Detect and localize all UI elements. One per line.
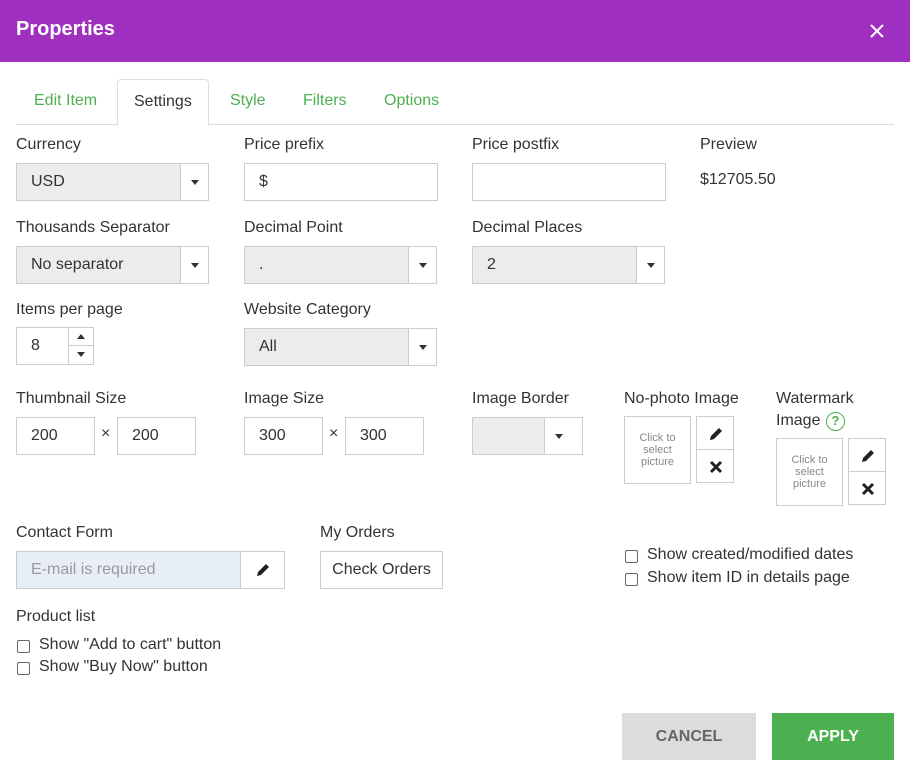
check-orders-button[interactable]: Check Orders	[320, 551, 443, 589]
items-per-page-label: Items per page	[16, 301, 123, 318]
decimal-places-value: 2	[487, 256, 496, 273]
tab-bar: Edit Item Settings Style Filters Options	[16, 79, 894, 126]
dialog-header: Properties	[0, 0, 910, 62]
watermark-edit-button[interactable]	[848, 438, 886, 472]
tab-options[interactable]: Options	[384, 79, 439, 125]
decimal-point-value: .	[259, 256, 264, 273]
image-height-input[interactable]: 300	[345, 417, 424, 455]
items-per-page-stepper[interactable]: 8	[16, 327, 94, 365]
picture-placeholder-line: Click to	[639, 432, 676, 444]
times-icon	[709, 460, 723, 474]
picture-placeholder-line: select	[643, 444, 672, 456]
preview-value: $12705.50	[700, 171, 776, 188]
show-buy-now-label: Show "Buy Now" button	[39, 658, 208, 675]
currency-value: USD	[31, 173, 65, 190]
image-width-input[interactable]: 300	[244, 417, 323, 455]
contact-form-label: Contact Form	[16, 524, 113, 541]
decimal-point-select[interactable]: .	[244, 246, 437, 284]
no-photo-delete-button[interactable]	[696, 449, 734, 483]
chevron-down-icon[interactable]	[180, 247, 208, 283]
contact-form-email-field[interactable]: E-mail is required	[16, 551, 241, 589]
currency-select[interactable]: USD	[16, 163, 209, 201]
times-symbol: ×	[329, 425, 339, 442]
show-dates-label: Show created/modified dates	[647, 546, 854, 563]
image-border-select[interactable]	[472, 417, 583, 455]
thumbnail-size-label: Thumbnail Size	[16, 390, 127, 407]
chevron-down-icon[interactable]	[408, 247, 436, 283]
preview-label: Preview	[700, 136, 757, 153]
website-category-label: Website Category	[244, 301, 371, 318]
times-icon	[861, 482, 875, 496]
currency-label: Currency	[16, 136, 81, 153]
times-symbol: ×	[101, 425, 111, 442]
thousands-separator-select[interactable]: No separator	[16, 246, 209, 284]
watermark-image-label: Watermark	[776, 390, 854, 407]
chevron-down-icon[interactable]	[69, 346, 93, 364]
decimal-point-label: Decimal Point	[244, 219, 343, 236]
tab-edit-item[interactable]: Edit Item	[34, 79, 97, 125]
website-category-value: All	[259, 338, 277, 355]
website-category-select[interactable]: All	[244, 328, 437, 366]
watermark-delete-button[interactable]	[848, 471, 886, 505]
price-prefix-input[interactable]: $	[244, 163, 438, 201]
show-dates-checkbox[interactable]	[625, 550, 638, 563]
contact-form-edit-button[interactable]	[240, 551, 285, 589]
no-photo-image-label: No-photo Image	[624, 390, 739, 407]
watermark-picture-select[interactable]: Click to select picture	[776, 438, 843, 506]
thousands-separator-label: Thousands Separator	[16, 219, 170, 236]
decimal-places-label: Decimal Places	[472, 219, 583, 236]
chevron-down-icon[interactable]	[544, 418, 582, 454]
show-add-to-cart-checkbox[interactable]	[17, 640, 30, 653]
picture-placeholder-line: picture	[640, 456, 675, 468]
no-photo-edit-button[interactable]	[696, 416, 734, 450]
dialog-title: Properties	[16, 18, 115, 40]
picture-placeholder-line: picture	[792, 478, 827, 490]
thumbnail-height-input[interactable]: 200	[117, 417, 196, 455]
pencil-icon	[862, 450, 874, 462]
picture-placeholder-line: select	[795, 466, 824, 478]
chevron-down-icon[interactable]	[180, 164, 208, 200]
pencil-icon	[257, 564, 269, 576]
image-size-label: Image Size	[244, 390, 325, 407]
tab-filters[interactable]: Filters	[303, 79, 347, 125]
image-border-label: Image Border	[472, 390, 569, 407]
chevron-down-icon[interactable]	[636, 247, 664, 283]
stepper-buttons	[68, 328, 93, 364]
product-list-label: Product list	[16, 608, 96, 625]
picture-placeholder-line: Click to	[791, 454, 828, 466]
show-item-id-label: Show item ID in details page	[647, 569, 850, 586]
items-per-page-value: 8	[31, 337, 40, 354]
cancel-button[interactable]: CANCEL	[622, 713, 756, 760]
close-icon[interactable]	[866, 20, 888, 42]
apply-button[interactable]: APPLY	[772, 713, 894, 760]
show-item-id-checkbox[interactable]	[625, 573, 638, 586]
thousands-separator-value: No separator	[31, 256, 124, 273]
chevron-down-icon[interactable]	[408, 329, 436, 365]
show-add-to-cart-label: Show "Add to cart" button	[39, 636, 222, 653]
my-orders-label: My Orders	[320, 524, 395, 541]
price-postfix-label: Price postfix	[472, 136, 560, 153]
thumbnail-width-input[interactable]: 200	[16, 417, 95, 455]
pencil-icon	[710, 428, 722, 440]
tab-settings[interactable]: Settings	[117, 79, 209, 126]
no-photo-picture-select[interactable]: Click to select picture	[624, 416, 691, 484]
price-prefix-label: Price prefix	[244, 136, 325, 153]
watermark-image-label-2: Image	[776, 412, 821, 429]
show-buy-now-checkbox[interactable]	[17, 662, 30, 675]
chevron-up-icon[interactable]	[69, 328, 93, 346]
decimal-places-select[interactable]: 2	[472, 246, 665, 284]
price-postfix-input[interactable]	[472, 163, 666, 201]
help-icon[interactable]: ?	[826, 412, 845, 431]
tab-style[interactable]: Style	[230, 79, 266, 125]
